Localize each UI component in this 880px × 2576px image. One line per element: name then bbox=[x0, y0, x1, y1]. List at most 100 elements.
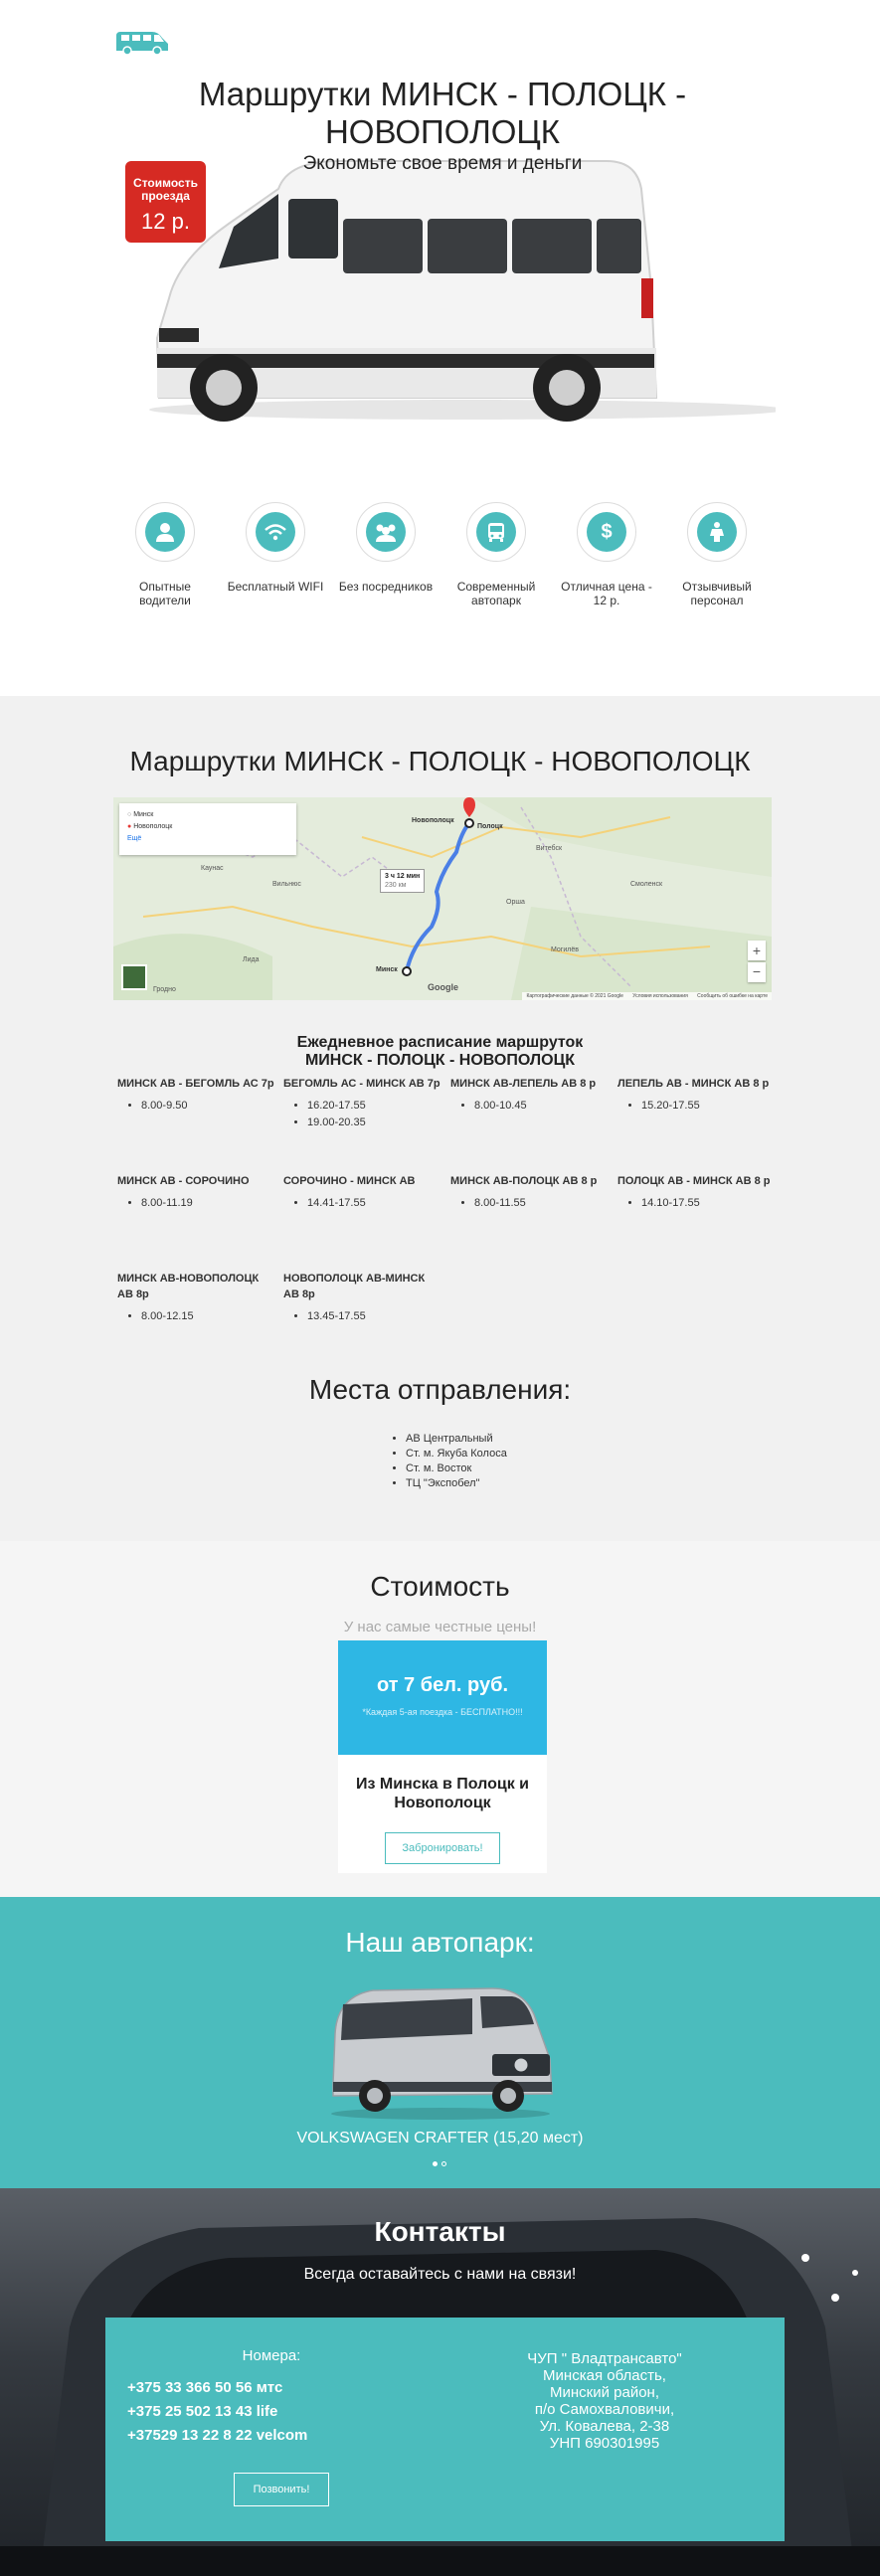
price-title: Стоимость bbox=[370, 1571, 510, 1602]
map-city-label: Витебск bbox=[536, 845, 563, 852]
address-line: Минская область, bbox=[543, 2367, 666, 2384]
schedule-item: ПОЛОЦК АВ - МИНСК АВ 8 р 14.10-17.55 bbox=[617, 1173, 777, 1212]
schedule-time: 14.10-17.55 bbox=[641, 1195, 777, 1212]
schedule-item: МИНСК АВ-ПОЛОЦК АВ 8 р 8.00-11.55 bbox=[450, 1173, 610, 1212]
price-amount: от 7 бел. руб. bbox=[376, 1674, 509, 1696]
departure-item: Ст. м. Якуба Колоса bbox=[406, 1447, 507, 1461]
feature-no-middlemen: Без посредников bbox=[336, 502, 436, 594]
map-satellite-toggle[interactable] bbox=[121, 964, 147, 990]
map-footer: Картографические данные © 2021 Google Ус… bbox=[522, 992, 772, 1000]
feature-label: Отзывчивый персонал bbox=[682, 580, 752, 607]
map-directions-box[interactable]: ○ Минск ● Новополоцк Ещё bbox=[119, 803, 296, 855]
map-from: Минск bbox=[133, 811, 154, 818]
map-zoom-in-button[interactable]: + bbox=[748, 941, 766, 960]
map-terms-link[interactable]: Условия использования bbox=[632, 993, 688, 999]
contacts-title: Контакты bbox=[374, 2216, 506, 2247]
schedule-route: БЕГОМЛЬ АС - МИНСК АВ 7р bbox=[283, 1078, 440, 1090]
map-city-label: Вильнюс bbox=[272, 881, 301, 888]
call-button[interactable]: Позвонить! bbox=[234, 2473, 329, 2506]
map-duration-box: 3 ч 12 мин 230 км bbox=[380, 869, 426, 893]
map-city-label: Новополоцк bbox=[412, 817, 454, 824]
price-note: У нас самые честные цены! bbox=[343, 1619, 537, 1635]
price-badge-label: Стоимость проезда bbox=[133, 176, 198, 203]
route-map[interactable]: ○ Минск ● Новополоцк Ещё 3 ч 12 мин 230 … bbox=[113, 797, 772, 1000]
schedule-route: ЛЕПЕЛЬ АВ - МИНСК АВ 8 р bbox=[617, 1078, 770, 1090]
feature-label: Современный автопарк bbox=[456, 580, 536, 607]
address-line: Минский район, bbox=[549, 2384, 659, 2401]
map-zoom-out-button[interactable]: − bbox=[748, 962, 766, 982]
map-report-link[interactable]: Сообщить об ошибке на карте bbox=[697, 993, 768, 999]
map-city-label: Гродно bbox=[153, 986, 176, 993]
routes-title: Маршрутки МИНСК - ПОЛОЦК - НОВОПОЛОЦК bbox=[129, 746, 751, 776]
van-logo-icon[interactable] bbox=[114, 30, 170, 56]
carousel-dots bbox=[431, 2153, 448, 2171]
phone-number[interactable]: +37529 13 22 8 22 velcom bbox=[127, 2424, 406, 2448]
schedule-route: МИНСК АВ-ЛЕПЕЛЬ АВ 8 р bbox=[450, 1078, 597, 1090]
phone-number[interactable]: +375 33 366 50 56 мтс bbox=[127, 2376, 406, 2400]
google-logo: Google bbox=[428, 982, 458, 992]
dollar-icon: $ bbox=[587, 512, 626, 552]
map-more-link[interactable]: Ещё bbox=[127, 833, 288, 845]
book-button[interactable]: Забронировать! bbox=[385, 1832, 500, 1864]
schedule-time: 16.20-17.55 bbox=[307, 1098, 442, 1115]
schedule-item: НОВОПОЛОЦК АВ-МИНСК АВ 8р 13.45-17.55 bbox=[283, 1271, 442, 1325]
schedule-time: 15.20-17.55 bbox=[641, 1098, 777, 1115]
address-line: п/о Самохваловичи, bbox=[534, 2401, 675, 2418]
van-image bbox=[323, 1984, 557, 2124]
people-icon bbox=[366, 512, 406, 552]
departure-list: АВ Центральный Ст. м. Якуба Колоса Ст. м… bbox=[396, 1432, 507, 1491]
schedule-title-line: МИНСК - ПОЛОЦК - НОВОПОЛОЦК bbox=[304, 1052, 576, 1069]
feature-free-wifi: Бесплатный WIFI bbox=[226, 502, 325, 594]
schedule-route: МИНСК АВ - БЕГОМЛЬ АС 7р bbox=[117, 1078, 274, 1090]
schedule-route: МИНСК АВ-ПОЛОЦК АВ 8 р bbox=[450, 1175, 598, 1187]
schedule-route: ПОЛОЦК АВ - МИНСК АВ 8 р bbox=[617, 1175, 771, 1187]
features-section: Опытные водители Бесплатный WIFI Без пос… bbox=[0, 502, 880, 696]
map-distance: 230 км bbox=[385, 882, 407, 889]
schedule-item: МИНСК АВ-НОВОПОЛОЦК АВ 8р 8.00-12.15 bbox=[117, 1271, 276, 1325]
van-caption: VOLKSWAGEN CRAFTER (15,20 мест) bbox=[296, 2130, 584, 2147]
hero-title: Маршрутки МИНСК - ПОЛОЦК - НОВОПОЛОЦК bbox=[198, 76, 687, 150]
contacts-panel: Номера: +375 33 366 50 56 мтс +375 25 50… bbox=[105, 2318, 785, 2541]
fleet-title: Наш автопарк: bbox=[345, 1927, 535, 1958]
carousel-dot[interactable] bbox=[433, 2161, 438, 2166]
schedule-time: 8.00-10.45 bbox=[474, 1098, 610, 1115]
feature-friendly-staff: Отзывчивый персонал bbox=[667, 502, 767, 607]
fleet-section: Наш автопарк: VOLKSWAGEN CRAFTER (15,20 … bbox=[0, 1897, 880, 2188]
minibus-image bbox=[139, 149, 786, 428]
schedule-time: 8.00-11.19 bbox=[141, 1195, 276, 1212]
wifi-icon bbox=[256, 512, 295, 552]
contacts-subtitle: Всегда оставайтесь с нами на связи! bbox=[303, 2266, 577, 2283]
schedule-item: МИНСК АВ - СОРОЧИНО 8.00-11.19 bbox=[117, 1173, 276, 1212]
driver-icon bbox=[145, 512, 185, 552]
map-city-label: Полоцк bbox=[477, 823, 503, 830]
address-line: Ул. Ковалева, 2-38 bbox=[539, 2418, 670, 2435]
price-card-header: от 7 бел. руб. *Каждая 5-ая поездка - БЕ… bbox=[338, 1640, 547, 1755]
feature-modern-fleet: Современный автопарк bbox=[446, 502, 546, 607]
schedule-route: СОРОЧИНО - МИНСК АВ bbox=[283, 1175, 416, 1187]
map-city-label: Могилёв bbox=[551, 946, 579, 953]
bus-icon bbox=[476, 512, 516, 552]
phone-block: Номера: +375 33 366 50 56 мтс +375 25 50… bbox=[127, 2347, 406, 2506]
schedule-item: МИНСК АВ - БЕГОМЛЬ АС 7р 8.00-9.50 bbox=[117, 1076, 276, 1115]
feature-label: Опытные водители bbox=[139, 580, 191, 607]
price-section: Стоимость У нас самые честные цены! от 7… bbox=[0, 1541, 880, 1897]
schedule-time: 14.41-17.55 bbox=[307, 1195, 442, 1212]
phone-number[interactable]: +375 25 502 13 43 life bbox=[127, 2400, 406, 2424]
map-city-label: Минск bbox=[376, 966, 398, 973]
schedule-time: 19.00-20.35 bbox=[307, 1115, 442, 1131]
carousel-dot[interactable] bbox=[441, 2161, 446, 2166]
departure-item: АВ Центральный bbox=[406, 1432, 507, 1447]
price-badge: Стоимость проезда 12 р. bbox=[125, 161, 206, 243]
schedule-time: 8.00-12.15 bbox=[141, 1308, 276, 1325]
price-destination: Из Минска в Полоцк и Новополоцк bbox=[356, 1776, 529, 1811]
feature-great-price: $ Отличная цена - 12 р. bbox=[557, 502, 656, 607]
schedule-title: Ежедневное расписание маршруток МИНСК - … bbox=[0, 1034, 880, 1070]
person-icon bbox=[697, 512, 737, 552]
departure-item: ТЦ "Экспобел" bbox=[406, 1476, 507, 1491]
map-city-label: Орша bbox=[506, 899, 525, 906]
hero-subtitle: Экономьте свое время и деньги bbox=[302, 153, 583, 174]
schedule-route: МИНСК АВ-НОВОПОЛОЦК АВ 8р bbox=[117, 1273, 260, 1300]
departure-title: Места отправления: bbox=[308, 1374, 572, 1405]
address-line: УНП 690301995 bbox=[549, 2435, 660, 2452]
feature-experienced-drivers: Опытные водители bbox=[115, 502, 215, 607]
